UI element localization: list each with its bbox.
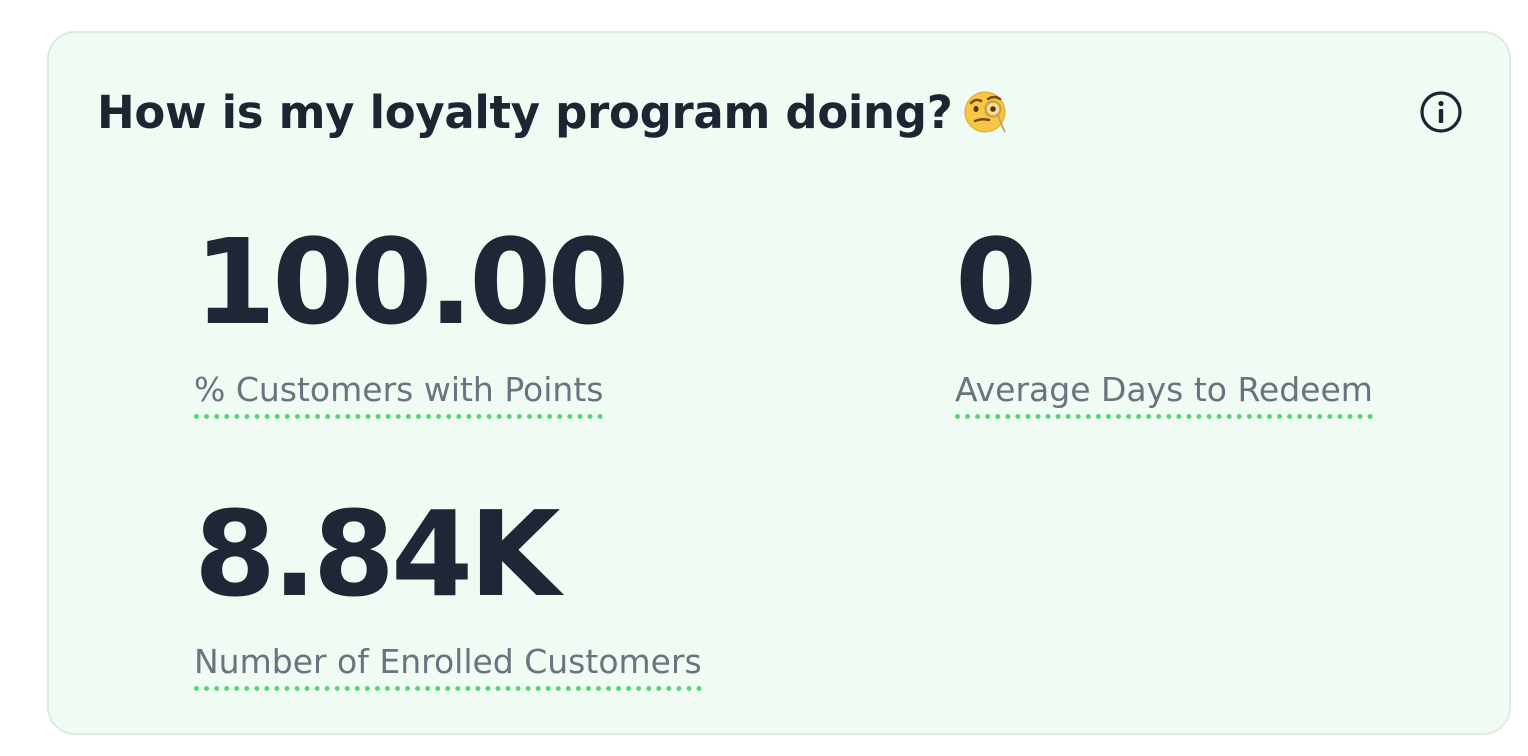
stat-label[interactable]: Average Days to Redeem [955, 371, 1373, 419]
stat-customers-with-points: 100.00 % Customers with Points [194, 213, 629, 419]
card-title-text: How is my loyalty program doing? [97, 86, 953, 139]
card-title: How is my loyalty program doing? [97, 86, 1011, 139]
stat-label[interactable]: Number of Enrolled Customers [194, 643, 702, 691]
stat-label[interactable]: % Customers with Points [194, 371, 604, 419]
info-icon[interactable] [1419, 90, 1463, 134]
stat-enrolled-customers: 8.84K Number of Enrolled Customers [194, 495, 702, 691]
face-with-monocle-icon [963, 88, 1011, 136]
stat-value: 100.00 [194, 213, 629, 351]
loyalty-program-card: How is my loyalty program doing? 100.00 … [47, 31, 1511, 735]
stat-value: 8.84K [194, 485, 561, 623]
stat-average-days-to-redeem: 0 Average Days to Redeem [955, 223, 1373, 419]
stat-value: 0 [955, 213, 1037, 351]
